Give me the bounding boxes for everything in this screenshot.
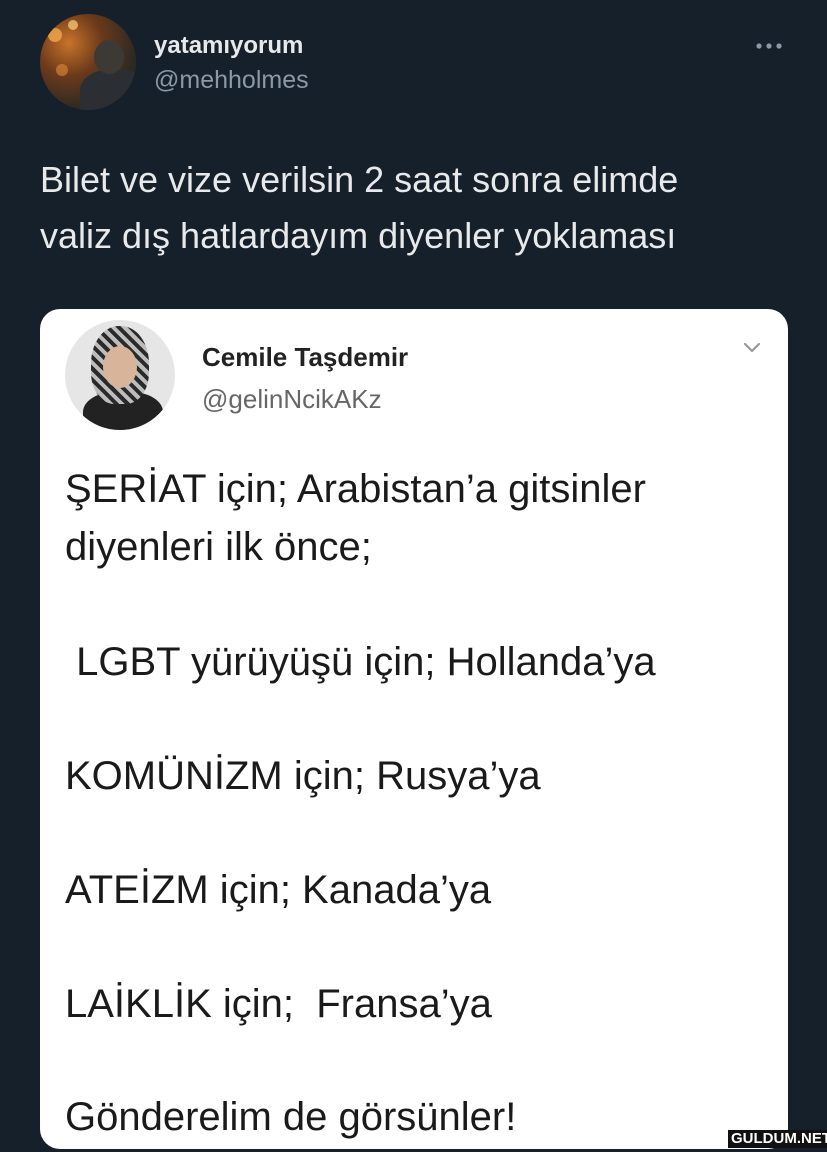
embedded-text-line: KOMÜNİZM için; Rusya’ya: [65, 754, 541, 798]
embedded-handle: @gelinNcikAKz: [202, 384, 382, 414]
tweet-text-line: valiz dış hatlardayım diyenler yoklaması: [40, 215, 677, 256]
avatar-person-head: [94, 40, 124, 74]
avatar[interactable]: [40, 14, 136, 110]
avatar-bokeh: [56, 64, 68, 76]
embedded-text-line: ŞERİAT için; Arabistan’a gitsinler: [65, 467, 646, 511]
embedded-text-line: LAİKLİK için; Fransa’ya: [65, 982, 492, 1026]
tweet-text: Bilet ve vize verilsin 2 saat sonra elim…: [40, 152, 790, 264]
more-dots-icon[interactable]: [754, 36, 788, 56]
embedded-avatar-face: [103, 346, 137, 388]
embedded-text-line: LGBT yürüyüşü için; Hollanda’ya: [65, 640, 656, 684]
avatar-bokeh: [68, 20, 78, 30]
author-handle[interactable]: @mehholmes: [154, 66, 309, 95]
chevron-down-icon: [742, 341, 762, 355]
watermark: GULDUM.NET: [728, 1130, 827, 1148]
avatar-bokeh: [48, 28, 62, 42]
tweet-text-line: Bilet ve vize verilsin 2 saat sonra elim…: [40, 159, 679, 200]
embedded-text-line: diyenleri ilk önce;: [65, 525, 372, 569]
embedded-text-line: ATEİZM için; Kanada’ya: [65, 868, 492, 912]
embedded-avatar: [65, 320, 175, 430]
embedded-display-name: Cemile Taşdemir: [202, 342, 409, 372]
tweet-header: yatamıyorum @mehholmes: [40, 14, 800, 110]
author-display-name[interactable]: yatamıyorum: [154, 32, 303, 60]
embedded-text-line: Gönderelim de görsünler!: [65, 1095, 517, 1139]
avatar-person: [80, 70, 136, 110]
embedded-tweet-image[interactable]: Cemile Taşdemir @gelinNcikAKz ŞERİAT içi…: [40, 309, 788, 1149]
